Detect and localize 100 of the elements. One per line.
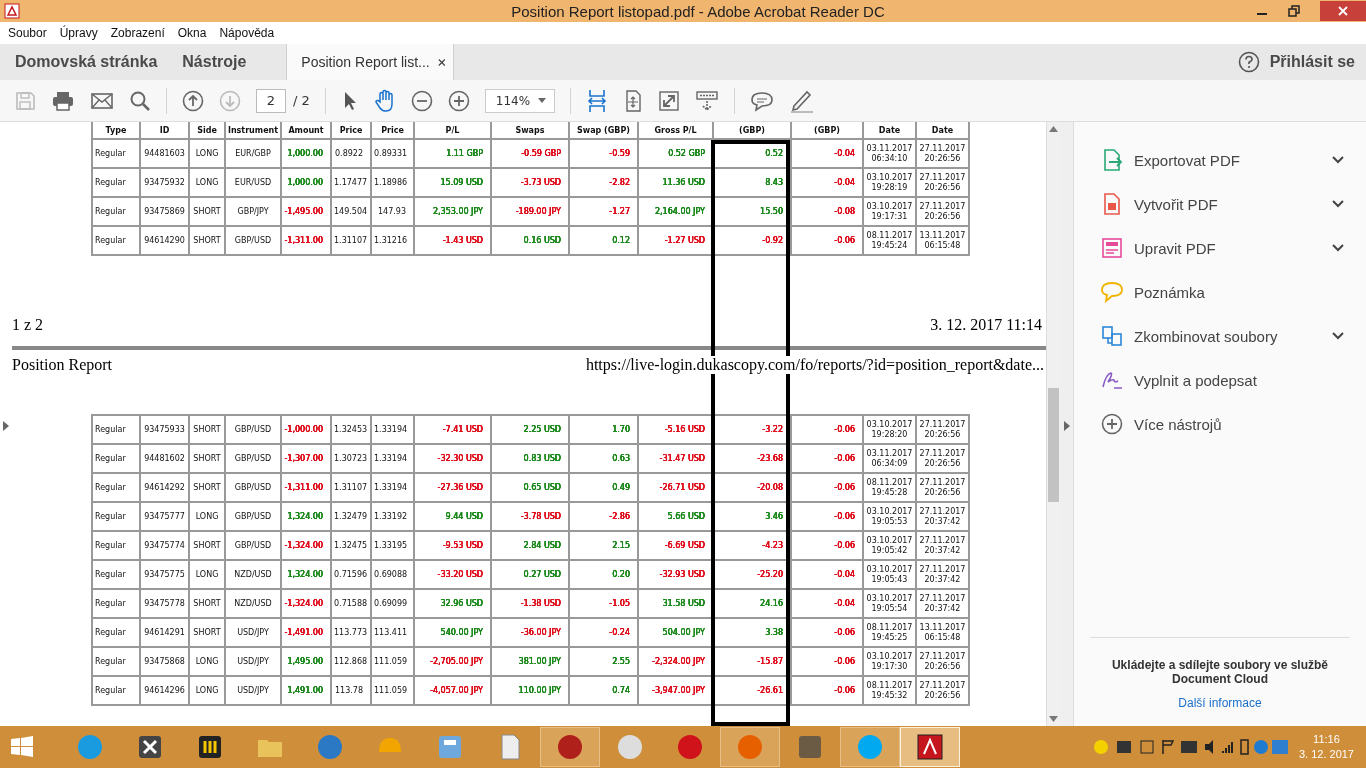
table-cell: GBP/JPY bbox=[225, 197, 281, 226]
tool-item[interactable]: Exportovat PDF bbox=[1074, 148, 1366, 172]
table-cell: 27.11.2017 20:26:56 bbox=[916, 676, 969, 705]
tool-item[interactable]: Zkombinovat soubory bbox=[1074, 324, 1366, 348]
table-cell: 27.11.2017 20:26:56 bbox=[916, 415, 969, 444]
table-cell: -0.92 bbox=[713, 226, 791, 255]
table-cell: 9.44 USD bbox=[414, 502, 491, 531]
table-cell: 1.17477 bbox=[331, 168, 371, 197]
table-cell: 1.33194 bbox=[371, 444, 414, 473]
column-header: Swap (GBP) bbox=[569, 122, 638, 139]
table-cell: 1,000.00 bbox=[281, 139, 331, 168]
table-cell: -1,324.00 bbox=[281, 589, 331, 618]
table-cell: 1,324.00 bbox=[281, 502, 331, 531]
table-cell: 94614292 bbox=[140, 473, 189, 502]
table-cell: -2.82 bbox=[569, 168, 638, 197]
table-cell: -33.20 USD bbox=[414, 560, 491, 589]
table-cell: -0.59 bbox=[569, 139, 638, 168]
table-cell: 1,491.00 bbox=[281, 676, 331, 705]
more-info-link[interactable]: Další informace bbox=[1178, 696, 1262, 710]
table-cell: -0.04 bbox=[791, 560, 863, 589]
table-cell: 3.46 bbox=[713, 502, 791, 531]
column-header: Date bbox=[863, 122, 916, 139]
sign-in-link[interactable]: Přihlásit se bbox=[1269, 53, 1355, 71]
table-cell: -0.08 bbox=[791, 197, 863, 226]
table-cell: 0.8922 bbox=[331, 139, 371, 168]
table-cell: Regular bbox=[92, 589, 140, 618]
menu-item[interactable]: Zobrazení bbox=[110, 26, 165, 40]
column-header: Date bbox=[916, 122, 969, 139]
tool-item[interactable]: Upravit PDF bbox=[1074, 236, 1366, 260]
table-cell: LONG bbox=[189, 168, 225, 197]
tools-tab[interactable]: Nástroje bbox=[182, 53, 247, 71]
table-cell: 08.11.2017 19:45:32 bbox=[863, 676, 916, 705]
promo-text: Ukládejte a sdílejte soubory ve službě Document Cloud bbox=[1110, 658, 1330, 686]
table-cell: 03.10.2017 19:17:30 bbox=[863, 647, 916, 676]
table-cell: -2.86 bbox=[569, 502, 638, 531]
table-cell: 1.31107 bbox=[331, 226, 371, 255]
table-cell: -1.43 USD bbox=[414, 226, 491, 255]
table-cell: LONG bbox=[189, 647, 225, 676]
column-header: Price bbox=[331, 122, 371, 139]
table-cell: LONG bbox=[189, 502, 225, 531]
menu-item[interactable]: Úpravy bbox=[59, 26, 98, 40]
page-number-field[interactable]: 2 bbox=[256, 88, 286, 113]
table-cell: -20.08 bbox=[713, 473, 791, 502]
tool-item[interactable]: Více nástrojů bbox=[1074, 412, 1366, 436]
column-header: (GBP) bbox=[713, 122, 791, 139]
table-cell: Regular bbox=[92, 168, 140, 197]
table-cell: 111.059 bbox=[371, 647, 414, 676]
table-cell: -27.36 USD bbox=[414, 473, 491, 502]
table-cell: 93475869 bbox=[140, 197, 189, 226]
table-cell: Regular bbox=[92, 444, 140, 473]
table-cell: USD/JPY bbox=[225, 647, 281, 676]
column-header: Type bbox=[92, 122, 140, 139]
table-cell: 15.09 USD bbox=[414, 168, 491, 197]
menu-item[interactable]: Soubor bbox=[8, 26, 47, 40]
table-cell: -5.16 USD bbox=[638, 415, 713, 444]
tool-item[interactable]: Poznámka bbox=[1074, 280, 1366, 304]
table-cell: 93475778 bbox=[140, 589, 189, 618]
tool-item[interactable]: Vyplnit a podepsat bbox=[1074, 368, 1366, 392]
tool-item[interactable]: Vytvořit PDF bbox=[1074, 192, 1366, 216]
menu-item[interactable]: Okna bbox=[177, 26, 207, 40]
table-cell: 381.00 JPY bbox=[491, 647, 569, 676]
page-count: / 2 bbox=[293, 93, 310, 108]
table-cell: -25.20 bbox=[713, 560, 791, 589]
menu-item[interactable]: Nápověda bbox=[219, 26, 275, 40]
table-cell: -9.53 USD bbox=[414, 531, 491, 560]
table-cell: 27.11.2017 20:26:56 bbox=[916, 473, 969, 502]
table-cell: 27.11.2017 20:26:56 bbox=[916, 139, 969, 168]
table-cell: 1.33195 bbox=[371, 531, 414, 560]
table-cell: -36.00 JPY bbox=[491, 618, 569, 647]
document-tab[interactable]: Position Report list... bbox=[286, 44, 455, 80]
table-cell: -2,705.00 JPY bbox=[414, 647, 491, 676]
table-cell: 0.52 bbox=[713, 139, 791, 168]
table-cell: 03.10.2017 19:05:43 bbox=[863, 560, 916, 589]
table-cell: 1,324.00 bbox=[281, 560, 331, 589]
table-cell: Regular bbox=[92, 531, 140, 560]
home-tab[interactable]: Domovská stránka bbox=[15, 53, 158, 71]
table-cell: 149.504 bbox=[331, 197, 371, 226]
table-cell: -0.04 bbox=[791, 139, 863, 168]
report-url: https://live-login.dukascopy.com/fo/reports/?id=position_report&date... bbox=[585, 356, 1044, 374]
clock-date: 3. 12. 2017 bbox=[1298, 747, 1354, 762]
table-cell: 0.65 USD bbox=[491, 473, 569, 502]
table-cell: 03.11.2017 06:34:09 bbox=[863, 444, 916, 473]
table-cell: -0.06 bbox=[791, 618, 863, 647]
table-cell: -1,307.00 bbox=[281, 444, 331, 473]
table-cell: 93475932 bbox=[140, 168, 189, 197]
zoom-dropdown[interactable]: 114% bbox=[484, 88, 555, 113]
table-cell: 8.43 bbox=[713, 168, 791, 197]
clock-time: 11:16 bbox=[1313, 732, 1340, 747]
table-cell: Regular bbox=[92, 197, 140, 226]
table-cell: USD/JPY bbox=[225, 618, 281, 647]
table-cell: NZD/USD bbox=[225, 560, 281, 589]
table-cell: GBP/USD bbox=[225, 226, 281, 255]
page-footer-date: 3. 12. 2017 11:14 bbox=[930, 316, 1042, 334]
table-cell: SHORT bbox=[189, 444, 225, 473]
table-cell: -1.27 bbox=[569, 197, 638, 226]
table-cell: GBP/USD bbox=[225, 415, 281, 444]
page-footer-number: 1 z 2 bbox=[12, 316, 44, 334]
table-cell: 94614296 bbox=[140, 676, 189, 705]
table-cell: -1,491.00 bbox=[281, 618, 331, 647]
table-cell: Regular bbox=[92, 502, 140, 531]
